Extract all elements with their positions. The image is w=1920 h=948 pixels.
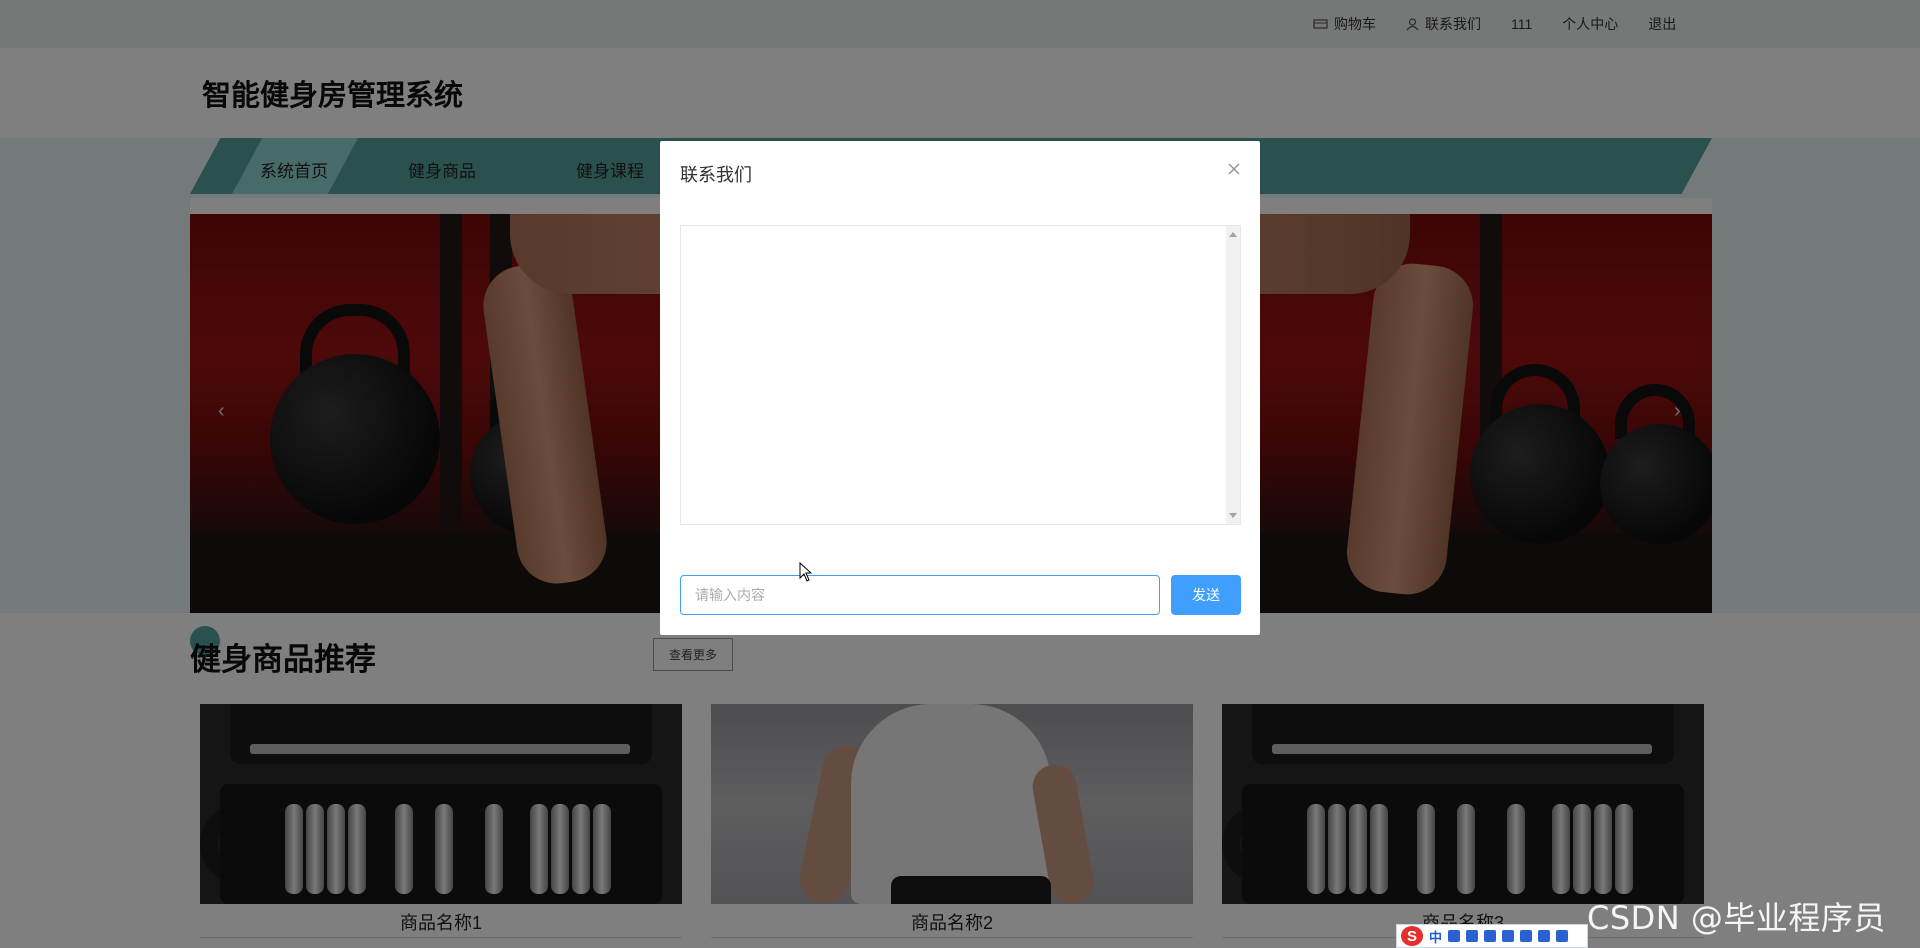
contact-dialog: 联系我们 发送 [660, 141, 1260, 635]
toolbox-icon[interactable] [1538, 930, 1551, 942]
send-button[interactable]: 发送 [1171, 575, 1241, 615]
scroll-up-icon[interactable] [1229, 232, 1237, 237]
emoji-icon[interactable] [1520, 930, 1533, 942]
dialog-title: 联系我们 [680, 165, 752, 185]
watermark: CSDN @毕业程序员 [1587, 899, 1886, 937]
ime-toolbar[interactable]: S 中 [1396, 924, 1588, 948]
chat-scrollbar[interactable] [1226, 226, 1240, 524]
punctuation-icon[interactable] [1448, 930, 1461, 942]
mouse-cursor-icon [799, 562, 813, 582]
skin-icon[interactable] [1502, 930, 1515, 942]
sogou-logo-icon: S [1401, 926, 1423, 946]
keyboard-icon[interactable] [1484, 930, 1497, 942]
scroll-down-icon[interactable] [1229, 513, 1237, 518]
message-input[interactable] [680, 575, 1160, 615]
microphone-icon[interactable] [1466, 930, 1479, 942]
chat-history[interactable] [680, 225, 1241, 525]
settings-icon[interactable] [1556, 930, 1569, 942]
close-icon[interactable] [1226, 161, 1242, 177]
ime-mode-label[interactable]: 中 [1429, 927, 1442, 946]
